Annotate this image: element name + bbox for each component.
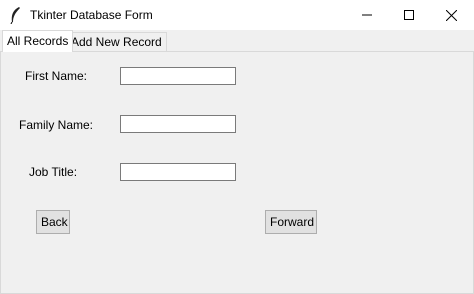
close-button[interactable] [428, 0, 474, 30]
back-button[interactable]: Back [36, 210, 70, 234]
maximize-button[interactable] [386, 0, 432, 30]
maximize-icon [404, 10, 414, 20]
first-name-field[interactable] [120, 67, 236, 85]
job-title-field[interactable] [120, 163, 236, 181]
minimize-icon [362, 10, 372, 20]
close-icon [445, 9, 457, 21]
all-records-panel: First Name: Family Name: Job Title: Back… [0, 51, 474, 294]
notebook-tabs: All Records Add New Record [0, 30, 474, 52]
tab-add-new-record[interactable]: Add New Record [66, 32, 167, 52]
forward-button[interactable]: Forward [265, 210, 317, 234]
first-name-label: First Name: [25, 69, 88, 83]
job-title-label: Job Title: [29, 165, 78, 179]
minimize-button[interactable] [344, 0, 390, 30]
family-name-field[interactable] [120, 115, 236, 133]
family-name-label: Family Name: [19, 118, 94, 132]
window-title: Tkinter Database Form [30, 8, 153, 22]
title-bar: Tkinter Database Form [0, 0, 474, 30]
tab-all-records[interactable]: All Records [2, 30, 74, 52]
feather-icon [8, 6, 24, 25]
